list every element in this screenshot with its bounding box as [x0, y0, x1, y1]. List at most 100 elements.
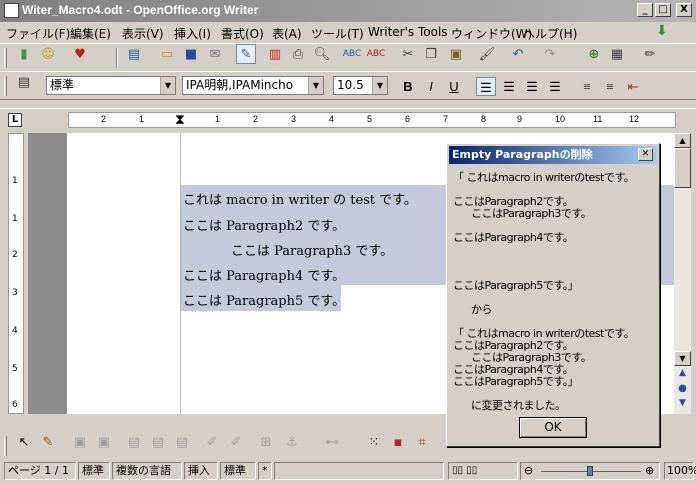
- numbering-icon[interactable]: ≡: [577, 77, 597, 96]
- view-layout-icon[interactable]: ▯▯ ▯▯: [448, 462, 518, 480]
- toolbar-grip[interactable]: [4, 76, 7, 96]
- draw-line-icon[interactable]: ✎: [38, 432, 58, 452]
- doc-paragraph[interactable]: ここは Paragraph5 です。: [183, 290, 345, 309]
- zoom-slider[interactable]: ⊖ ⊕: [520, 462, 660, 480]
- spellcheck-icon[interactable]: ABC: [342, 44, 362, 64]
- cut-icon[interactable]: ✂: [398, 44, 418, 64]
- menu-edit[interactable]: 編集(E): [70, 25, 111, 42]
- close-button[interactable]: X: [676, 3, 692, 17]
- snap-icon[interactable]: ⌗: [412, 432, 432, 452]
- autospell-icon[interactable]: ABC: [366, 44, 386, 64]
- status-style[interactable]: 標準: [78, 462, 110, 480]
- toolbar-grip[interactable]: [4, 48, 7, 68]
- mail-icon[interactable]: ✉: [205, 44, 225, 64]
- vertical-ruler[interactable]: 1 1 2 3 4 5 6: [8, 133, 24, 414]
- smiley-icon[interactable]: ☺: [38, 44, 58, 64]
- navigation-icon[interactable]: ●: [674, 383, 691, 397]
- draw-functions-icon[interactable]: ✏: [640, 44, 660, 64]
- scroll-up-icon[interactable]: ▲: [674, 133, 691, 148]
- edit-points-icon[interactable]: ✐: [202, 432, 222, 452]
- zoom-thumb[interactable]: [587, 466, 593, 476]
- chevron-down-icon[interactable]: ▼: [372, 77, 387, 94]
- paragraph-style-select[interactable]: 標準 ▼: [46, 76, 176, 95]
- minimize-button[interactable]: _: [637, 3, 653, 17]
- properties-icon[interactable]: ▤: [124, 432, 144, 452]
- doc-paragraph[interactable]: これは macro in writer の test です。: [183, 189, 417, 208]
- edit-mode-icon[interactable]: ✎: [236, 44, 256, 64]
- zoom-in-icon[interactable]: ⊕: [645, 463, 654, 479]
- align-objects-icon[interactable]: ⊷: [322, 432, 342, 452]
- arrange-icon[interactable]: ⊞: [256, 432, 276, 452]
- table-icon[interactable]: ▦: [607, 44, 627, 64]
- print-icon[interactable]: ⎙: [288, 44, 308, 64]
- new-document-icon[interactable]: ▮: [14, 44, 34, 64]
- chevron-down-icon[interactable]: ▼: [308, 77, 323, 94]
- new-icon[interactable]: ▤: [124, 44, 144, 64]
- vertical-scrollbar[interactable]: ▲ ▼ ▲ ● ▼: [674, 133, 691, 414]
- indent-marker-icon[interactable]: ⧗: [175, 111, 185, 128]
- align-left-icon[interactable]: ☰: [476, 77, 496, 96]
- previous-page-icon[interactable]: ▲: [674, 368, 691, 382]
- undo-icon[interactable]: ↶: [508, 44, 528, 64]
- italic-button[interactable]: I: [421, 77, 441, 96]
- anchor-page-icon[interactable]: ▤: [148, 432, 168, 452]
- save-icon[interactable]: ■: [181, 44, 201, 64]
- app-icon[interactable]: [4, 3, 19, 18]
- export-pdf-icon[interactable]: ▥: [265, 44, 285, 64]
- fontwork-icon[interactable]: ✐: [226, 432, 246, 452]
- next-page-icon[interactable]: ▼: [674, 398, 691, 412]
- update-icon[interactable]: ⬇: [656, 23, 668, 39]
- toolbar-grip[interactable]: [4, 436, 7, 456]
- guides-icon[interactable]: ▪: [388, 432, 408, 452]
- menu-window[interactable]: ウィンドウ(W): [451, 25, 532, 42]
- scroll-thumb[interactable]: [674, 148, 691, 188]
- menu-view[interactable]: 表示(V): [122, 25, 164, 42]
- chevron-down-icon[interactable]: ▼: [160, 77, 175, 94]
- open-icon[interactable]: ▭: [157, 44, 177, 64]
- doc-paragraph[interactable]: ここは Paragraph2 です。: [183, 215, 345, 234]
- status-insert-mode[interactable]: 挿入: [184, 462, 218, 480]
- heart-icon[interactable]: ♥: [70, 44, 90, 64]
- anchor-icon[interactable]: ⚓: [282, 432, 302, 452]
- status-zoom[interactable]: 100%: [664, 462, 696, 480]
- menu-file[interactable]: ファイル(F): [6, 25, 70, 42]
- status-page[interactable]: ページ 1 / 1: [4, 462, 76, 480]
- close-icon[interactable]: ✕: [638, 148, 653, 161]
- justify-icon[interactable]: ☰: [545, 77, 565, 96]
- menu-insert[interactable]: 挿入(I): [174, 25, 211, 42]
- font-name-select[interactable]: IPA明朝,IPAMincho ▼: [182, 76, 324, 95]
- underline-button[interactable]: U: [444, 77, 464, 96]
- copy-icon[interactable]: ❐: [421, 44, 441, 64]
- maximize-button[interactable]: □: [655, 3, 671, 17]
- doc-paragraph[interactable]: ここは Paragraph3 です。: [231, 240, 393, 259]
- styles-icon[interactable]: ▤: [14, 72, 34, 92]
- bold-button[interactable]: B: [398, 77, 418, 96]
- bullets-icon[interactable]: ≡: [600, 77, 620, 96]
- grid-icon[interactable]: ⁙: [364, 432, 384, 452]
- menu-tools[interactable]: ツール(T): [311, 25, 364, 42]
- format-paintbrush-icon[interactable]: 🖌︎: [477, 44, 497, 64]
- redo-icon[interactable]: ↷: [540, 44, 560, 64]
- menu-help[interactable]: ヘルプ(H): [523, 25, 577, 42]
- status-selection-mode[interactable]: 標準: [220, 462, 256, 480]
- align-right-icon[interactable]: ☰: [522, 77, 542, 96]
- horizontal-ruler[interactable]: 2 1 ⧗ 1 2 3 4 5 6 7 8 9 10 11 12: [68, 111, 676, 128]
- decrease-indent-icon[interactable]: ⇤: [623, 77, 643, 96]
- status-language[interactable]: 複数の言語: [112, 462, 182, 480]
- align-center-icon[interactable]: ☰: [499, 77, 519, 96]
- zoom-out-icon[interactable]: ⊖: [524, 463, 533, 479]
- select-icon[interactable]: ↖: [14, 432, 34, 452]
- preview-icon[interactable]: 🔍︎: [312, 44, 332, 64]
- menu-writers-tools[interactable]: Writer's Tools: [368, 25, 448, 39]
- ok-button[interactable]: OK: [519, 417, 587, 438]
- paste-icon[interactable]: ▣: [446, 44, 466, 64]
- menu-table[interactable]: 表(A): [272, 25, 302, 42]
- insert-frame-icon[interactable]: ▣: [70, 432, 90, 452]
- doc-paragraph[interactable]: ここは Paragraph4 です。: [183, 265, 345, 284]
- scroll-down-icon[interactable]: ▼: [674, 351, 691, 366]
- font-size-select[interactable]: 10.5 ▼: [333, 76, 388, 95]
- menu-format[interactable]: 書式(O): [221, 25, 264, 42]
- ruler-corner[interactable]: L: [8, 113, 22, 127]
- wrap-icon[interactable]: ▤: [172, 432, 192, 452]
- navigator-icon[interactable]: ⊕: [584, 44, 604, 64]
